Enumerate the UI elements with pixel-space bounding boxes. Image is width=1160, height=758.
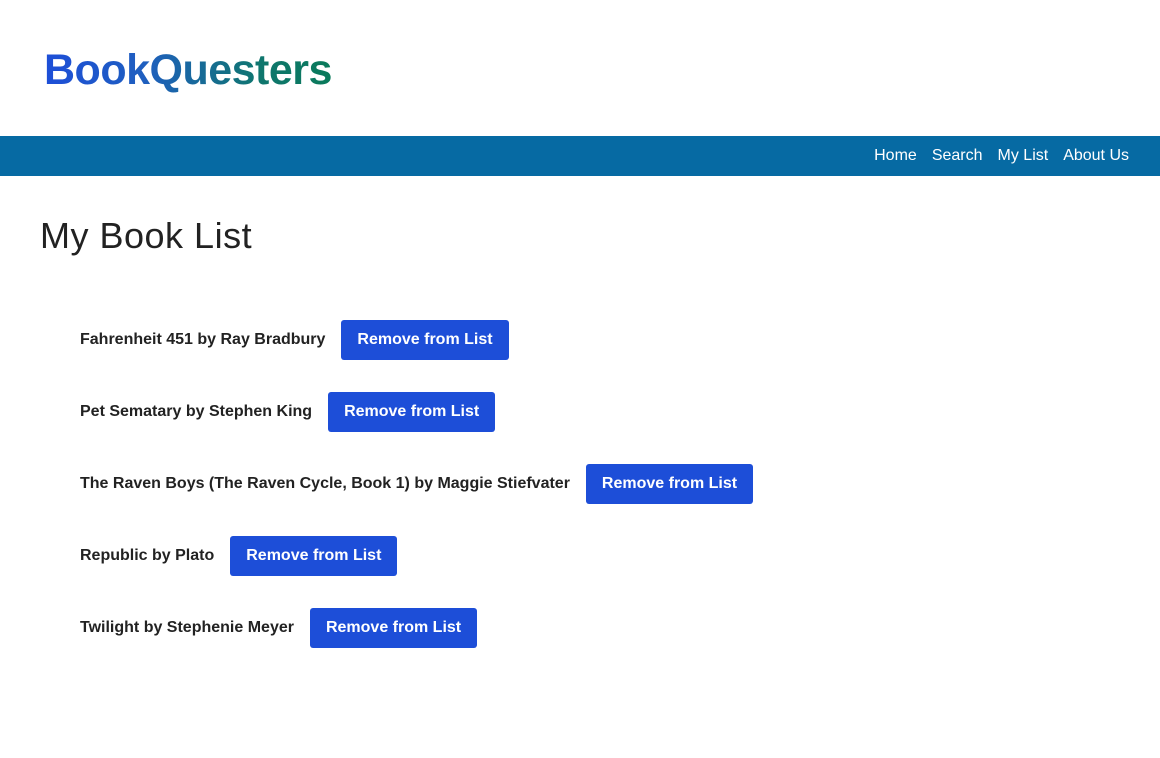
- remove-from-list-button[interactable]: Remove from List: [585, 464, 754, 504]
- remove-from-list-button[interactable]: Remove from List: [230, 536, 398, 576]
- book-list-item: Republic by Plato Remove from List: [80, 536, 753, 576]
- remove-from-list-button[interactable]: Remove from List: [309, 608, 478, 648]
- book-list-item: The Raven Boys (The Raven Cycle, Book 1)…: [80, 464, 754, 504]
- site-logo[interactable]: BookQuesters: [44, 40, 332, 100]
- book-list-item: Fahrenheit 451 by Ray Bradbury Remove fr…: [80, 320, 753, 360]
- nav-link-my-list[interactable]: My List: [998, 147, 1049, 165]
- book-title-author: The Raven Boys (The Raven Cycle, Book 1)…: [80, 475, 570, 492]
- book-title-author: Fahrenheit 451 by Ray Bradbury: [80, 331, 326, 348]
- book-title-author: Republic by Plato: [80, 547, 215, 564]
- nav-link-home[interactable]: Home: [874, 147, 917, 165]
- nav-link-about-us[interactable]: About Us: [1063, 147, 1129, 165]
- navbar: Home Search My List About Us: [0, 136, 1160, 176]
- site-header: BookQuesters: [0, 0, 1160, 136]
- page-title: My Book List: [40, 215, 253, 256]
- book-list-item: Pet Sematary by Stephen King Remove from…: [80, 392, 753, 432]
- book-list-item: Twilight by Stephenie Meyer Remove from …: [80, 608, 753, 648]
- remove-from-list-button[interactable]: Remove from List: [341, 320, 509, 360]
- nav-links: Home Search My List About Us: [874, 136, 1129, 176]
- book-title-author: Twilight by Stephenie Meyer: [80, 619, 294, 636]
- remove-from-list-button[interactable]: Remove from List: [328, 392, 496, 432]
- book-list: Fahrenheit 451 by Ray Bradbury Remove fr…: [80, 320, 754, 680]
- nav-link-search[interactable]: Search: [932, 147, 983, 165]
- book-title-author: Pet Sematary by Stephen King: [80, 403, 313, 420]
